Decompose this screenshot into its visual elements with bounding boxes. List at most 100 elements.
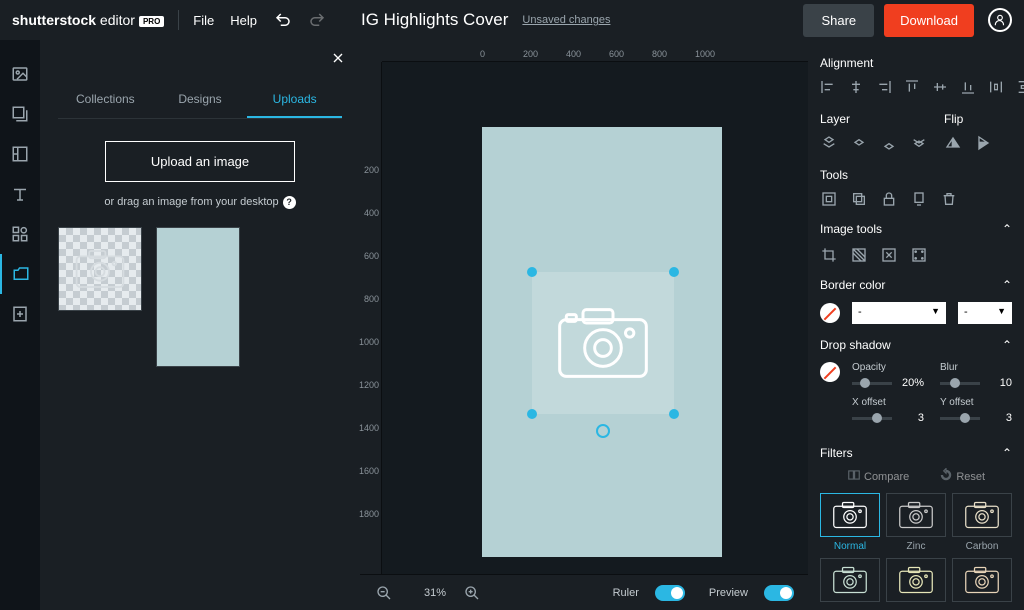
filter-more-3[interactable]	[952, 558, 1012, 606]
tab-designs[interactable]: Designs	[153, 82, 248, 118]
drop-shadow-header[interactable]: Drop shadow⌃	[820, 334, 1012, 356]
resize-handle-bl[interactable]	[527, 409, 537, 419]
layer-to-back-icon[interactable]	[910, 134, 928, 152]
resize-handle-tl[interactable]	[527, 267, 537, 277]
crop-icon[interactable]	[820, 246, 838, 264]
filter-carbon[interactable]: Carbon	[952, 493, 1012, 552]
distribute-h-icon[interactable]	[988, 78, 1004, 96]
unsaved-changes-link[interactable]: Unsaved changes	[522, 14, 610, 26]
fit-icon[interactable]	[880, 246, 898, 264]
panel-tabs: Collections Designs Uploads	[58, 82, 342, 119]
flip-vertical-icon[interactable]	[974, 134, 992, 152]
download-button[interactable]: Download	[884, 4, 974, 37]
rail-text-icon[interactable]	[0, 174, 40, 214]
border-color-swatch[interactable]	[820, 303, 840, 323]
chevron-up-icon: ⌃	[1002, 446, 1012, 460]
compare-button[interactable]: Compare	[847, 468, 909, 483]
duplicate-icon[interactable]	[850, 190, 868, 208]
filter-more-1[interactable]	[820, 558, 880, 606]
ruler-toggle-label: Ruler	[613, 587, 639, 599]
rail-uploads-icon[interactable]	[0, 254, 40, 294]
layer-title: Layer	[820, 112, 928, 126]
border-color-header[interactable]: Border color⌃	[820, 274, 1012, 296]
resize-handle-tr[interactable]	[669, 267, 679, 277]
filter-grid-2	[820, 558, 1012, 606]
help-hint-icon[interactable]: ?	[283, 196, 296, 209]
distribute-v-icon[interactable]	[1016, 78, 1024, 96]
redo-icon[interactable]	[307, 10, 327, 30]
selected-element[interactable]	[532, 272, 674, 414]
canvas-wrap: 02004006008001000 2004006008001000120014…	[360, 40, 808, 610]
close-panel-icon[interactable]	[330, 50, 346, 66]
document-title[interactable]: IG Highlights Cover	[361, 10, 508, 30]
layer-to-front-icon[interactable]	[820, 134, 838, 152]
tools-title: Tools	[820, 168, 1012, 182]
upload-image-button[interactable]: Upload an image	[105, 141, 295, 182]
top-bar: shutterstock editorPRO File Help IG High…	[0, 0, 1024, 40]
border-width-select[interactable]: -	[958, 302, 1012, 324]
align-top-icon[interactable]	[904, 78, 920, 96]
rail-images-icon[interactable]	[0, 54, 40, 94]
left-rail	[0, 40, 40, 610]
filter-normal[interactable]: Normal	[820, 493, 880, 552]
layer-forward-icon[interactable]	[850, 134, 868, 152]
preview-toggle[interactable]	[764, 585, 794, 601]
account-icon[interactable]	[988, 8, 1012, 32]
main-layout: Collections Designs Uploads Upload an im…	[0, 40, 1024, 610]
filter-more-2[interactable]	[886, 558, 946, 606]
zoom-out-icon[interactable]	[374, 583, 394, 603]
delete-icon[interactable]	[940, 190, 958, 208]
xoffset-slider[interactable]	[852, 417, 892, 420]
xoffset-value: 3	[898, 412, 924, 424]
ruler-toggle[interactable]	[655, 585, 685, 601]
fill-icon[interactable]	[910, 246, 928, 264]
blur-slider[interactable]	[940, 382, 980, 385]
upload-thumb-1[interactable]	[58, 227, 142, 311]
drag-hint: or drag an image from your desktop?	[58, 196, 342, 209]
flip-horizontal-icon[interactable]	[944, 134, 962, 152]
help-menu[interactable]: Help	[230, 13, 257, 28]
layer-backward-icon[interactable]	[880, 134, 898, 152]
file-menu[interactable]: File	[193, 13, 214, 28]
reset-button[interactable]: Reset	[939, 468, 985, 483]
ruler-vertical: 20040060080010001200140016001800	[360, 62, 382, 574]
yoffset-slider[interactable]	[940, 417, 980, 420]
yoffset-label: Y offset	[940, 397, 1012, 408]
image-tools-header[interactable]: Image tools⌃	[820, 218, 1012, 240]
lock-icon[interactable]	[880, 190, 898, 208]
rail-elements-icon[interactable]	[0, 214, 40, 254]
opacity-slider[interactable]	[852, 382, 892, 385]
copy-style-icon[interactable]	[910, 190, 928, 208]
flip-title: Flip	[944, 112, 1012, 126]
chevron-up-icon: ⌃	[1002, 222, 1012, 236]
filter-zinc[interactable]: Zinc	[886, 493, 946, 552]
resize-handle-br[interactable]	[669, 409, 679, 419]
xoffset-label: X offset	[852, 397, 924, 408]
zoom-in-icon[interactable]	[462, 583, 482, 603]
canvas-area[interactable]	[382, 62, 808, 574]
rail-layouts-icon[interactable]	[0, 134, 40, 174]
undo-icon[interactable]	[273, 10, 293, 30]
upload-thumb-2[interactable]	[156, 227, 240, 367]
shadow-color-swatch[interactable]	[820, 362, 840, 382]
align-right-icon[interactable]	[876, 78, 892, 96]
border-style-select[interactable]: -	[852, 302, 946, 324]
tab-uploads[interactable]: Uploads	[247, 82, 342, 118]
rotate-handle[interactable]	[596, 424, 610, 438]
tab-collections[interactable]: Collections	[58, 82, 153, 118]
ruler-horizontal: 02004006008001000	[382, 40, 808, 62]
pro-badge: PRO	[139, 16, 164, 27]
align-center-h-icon[interactable]	[848, 78, 864, 96]
align-middle-v-icon[interactable]	[932, 78, 948, 96]
rail-canvas-icon[interactable]	[0, 94, 40, 134]
divider	[178, 10, 179, 30]
filters-header[interactable]: Filters⌃	[820, 442, 1012, 464]
align-left-icon[interactable]	[820, 78, 836, 96]
share-button[interactable]: Share	[803, 4, 874, 37]
group-icon[interactable]	[820, 190, 838, 208]
align-bottom-icon[interactable]	[960, 78, 976, 96]
rail-add-page-icon[interactable]	[0, 294, 40, 334]
remove-bg-icon[interactable]	[850, 246, 868, 264]
chevron-up-icon: ⌃	[1002, 278, 1012, 292]
preview-toggle-label: Preview	[709, 587, 748, 599]
